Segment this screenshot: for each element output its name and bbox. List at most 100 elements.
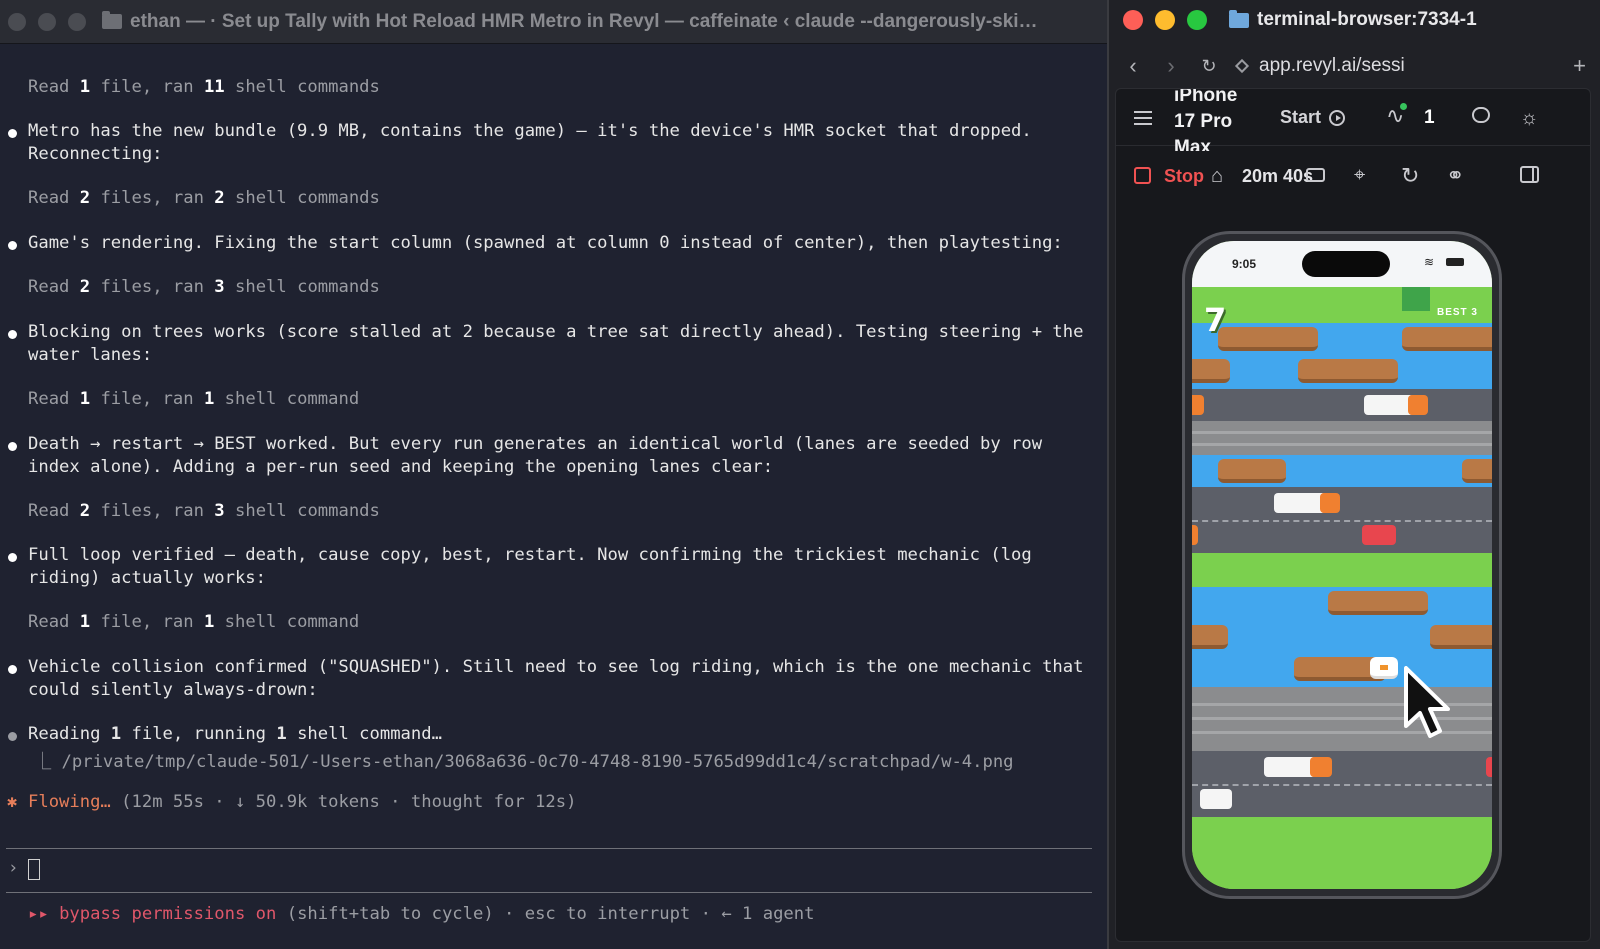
dynamic-island bbox=[1302, 251, 1390, 277]
running-line: Reading 1 file, running 1 shell command… bbox=[28, 724, 442, 744]
status-line: Flowing… (12m 55s · ↓ 50.9k tokens · tho… bbox=[28, 792, 577, 812]
browser-navbar: ‹ › ↻ app.revyl.ai/sessi + bbox=[1109, 48, 1600, 84]
log bbox=[1430, 625, 1492, 649]
new-tab-icon[interactable]: + bbox=[1573, 53, 1586, 79]
site-icon bbox=[1234, 58, 1250, 74]
prompt-symbol: › bbox=[8, 858, 19, 878]
activity-indicator bbox=[1400, 103, 1407, 110]
log bbox=[1298, 359, 1398, 383]
log bbox=[1328, 591, 1428, 615]
assistant-message: Full loop verified — death, cause copy, … bbox=[28, 545, 1032, 565]
folder-icon bbox=[102, 11, 122, 29]
device-name: iPhone 17 Pro Max bbox=[1174, 88, 1238, 151]
pin-icon[interactable]: ⌖ bbox=[1354, 164, 1365, 187]
status-time: 9:05 bbox=[1232, 257, 1257, 271]
forward-icon[interactable]: › bbox=[1157, 53, 1185, 79]
car bbox=[1320, 493, 1340, 513]
prompt-input[interactable] bbox=[28, 859, 40, 880]
player-chicken bbox=[1370, 657, 1398, 679]
assistant-message: Vehicle collision confirmed ("SQUASHED")… bbox=[28, 657, 1084, 677]
browser-title: terminal-browser:7334-1 bbox=[1229, 9, 1477, 31]
tool-summary-line[interactable]: Read 1 file, ran 1 shell command bbox=[28, 389, 359, 409]
mode-footer: ▸▸ bypass permissions on (shift+tab to c… bbox=[28, 904, 815, 924]
tool-summary-line[interactable]: Read 2 files, ran 3 shell commands bbox=[28, 277, 380, 297]
minimize-dot[interactable] bbox=[38, 12, 56, 31]
session-timer: 20m 40s bbox=[1242, 166, 1314, 186]
bypass-arrows-icon: ▸▸ bbox=[28, 904, 49, 924]
road-lane bbox=[1192, 389, 1492, 421]
close-button[interactable] bbox=[1123, 10, 1143, 30]
rotate-icon[interactable]: ↻ bbox=[1401, 163, 1419, 189]
best-score: BEST 3 bbox=[1436, 307, 1478, 318]
tool-summary-line[interactable]: Read 2 files, ran 2 shell commands bbox=[28, 188, 380, 208]
log bbox=[1192, 625, 1228, 649]
back-icon[interactable]: ‹ bbox=[1119, 53, 1147, 79]
play-circle-icon bbox=[1329, 109, 1346, 126]
rail-lane bbox=[1192, 421, 1492, 455]
car bbox=[1264, 757, 1316, 777]
panel-icon[interactable] bbox=[1520, 166, 1539, 183]
folder-icon bbox=[1229, 9, 1249, 28]
running-bullet bbox=[8, 732, 17, 741]
prompt-bottom-divider bbox=[6, 892, 1092, 893]
car bbox=[1364, 395, 1414, 415]
session-toolbar: Stop ⌂ 20m 40s ⌖ ↻ ⚭ bbox=[1116, 149, 1590, 205]
device-frame: 7 BEST 3 9:05 ≋ bbox=[1182, 231, 1502, 899]
sun-icon[interactable]: ☼ bbox=[1520, 107, 1538, 130]
wifi-icon: ≋ bbox=[1423, 255, 1434, 269]
car bbox=[1200, 789, 1232, 809]
assistant-message-continued: riding) actually works: bbox=[28, 568, 266, 588]
grass-lane bbox=[1192, 817, 1492, 889]
assistant-message-continued: Reconnecting: bbox=[28, 144, 163, 164]
start-button[interactable]: Start bbox=[1280, 107, 1346, 128]
status-word: Flowing… bbox=[28, 792, 111, 812]
car bbox=[1486, 757, 1492, 777]
bypass-mode[interactable]: bypass permissions on bbox=[59, 904, 276, 924]
menu-icon[interactable] bbox=[1134, 111, 1152, 125]
browser-window: terminal-browser:7334-1 ‹ › ↻ app.revyl.… bbox=[1107, 0, 1600, 949]
terminal-output: Reading 1 file, running 1 shell command…… bbox=[0, 44, 1128, 949]
log bbox=[1402, 327, 1492, 351]
activity-count: 1 bbox=[1424, 107, 1435, 128]
camera-icon[interactable] bbox=[1306, 168, 1325, 182]
assistant-message-continued: water lanes: bbox=[28, 345, 153, 365]
battery-icon bbox=[1446, 258, 1464, 266]
prompt-top-divider bbox=[6, 848, 1092, 849]
car bbox=[1310, 757, 1332, 777]
tool-summary-line[interactable]: Read 1 file, ran 11 shell commands bbox=[28, 77, 380, 97]
address-bar[interactable]: app.revyl.ai/sessi bbox=[1234, 55, 1405, 77]
assistant-message-continued: index alone). Adding a per-run seed and … bbox=[28, 457, 774, 477]
browser-title-text: terminal-browser:7334-1 bbox=[1257, 9, 1477, 30]
log bbox=[1462, 459, 1492, 483]
message-bullet bbox=[8, 553, 17, 562]
link-icon[interactable]: ⚭ bbox=[1446, 163, 1464, 189]
terminal-title: ethan — · Set up Tally with Hot Reload H… bbox=[102, 11, 1038, 33]
start-label: Start bbox=[1280, 107, 1322, 127]
minimize-button[interactable] bbox=[1155, 10, 1175, 30]
zoom-button[interactable] bbox=[1187, 10, 1207, 30]
assistant-message: Game's rendering. Fixing the start colum… bbox=[28, 233, 1063, 253]
zoom-dot[interactable] bbox=[68, 12, 86, 31]
message-bullet bbox=[8, 442, 17, 451]
mouse-cursor-icon bbox=[1404, 666, 1450, 738]
log bbox=[1192, 359, 1230, 383]
terminal-window: ethan — · Set up Tally with Hot Reload H… bbox=[0, 0, 1128, 949]
car bbox=[1192, 395, 1204, 415]
browser-titlebar: terminal-browser:7334-1 bbox=[1109, 0, 1600, 40]
home-icon[interactable]: ⌂ bbox=[1211, 165, 1223, 188]
stop-button[interactable]: Stop bbox=[1164, 166, 1204, 187]
terminal-titlebar: ethan — · Set up Tally with Hot Reload H… bbox=[0, 0, 1128, 44]
close-dot[interactable] bbox=[8, 12, 26, 31]
assistant-message: Death → restart → BEST worked. But every… bbox=[28, 434, 1043, 454]
car bbox=[1408, 395, 1428, 415]
chat-icon[interactable] bbox=[1472, 107, 1490, 123]
stop-icon[interactable] bbox=[1134, 167, 1151, 184]
log bbox=[1218, 459, 1286, 483]
device-screen[interactable]: 7 BEST 3 9:05 ≋ bbox=[1192, 241, 1492, 889]
terminal-title-text: ethan — · Set up Tally with Hot Reload H… bbox=[130, 10, 1038, 32]
tool-summary-line[interactable]: Read 2 files, ran 3 shell commands bbox=[28, 501, 380, 521]
rail-track bbox=[1192, 443, 1492, 446]
reload-icon[interactable]: ↻ bbox=[1195, 56, 1223, 77]
running-path: ⎿ /private/tmp/claude-501/-Users-ethan/3… bbox=[34, 752, 1014, 772]
tool-summary-line[interactable]: Read 1 file, ran 1 shell command bbox=[28, 612, 359, 632]
